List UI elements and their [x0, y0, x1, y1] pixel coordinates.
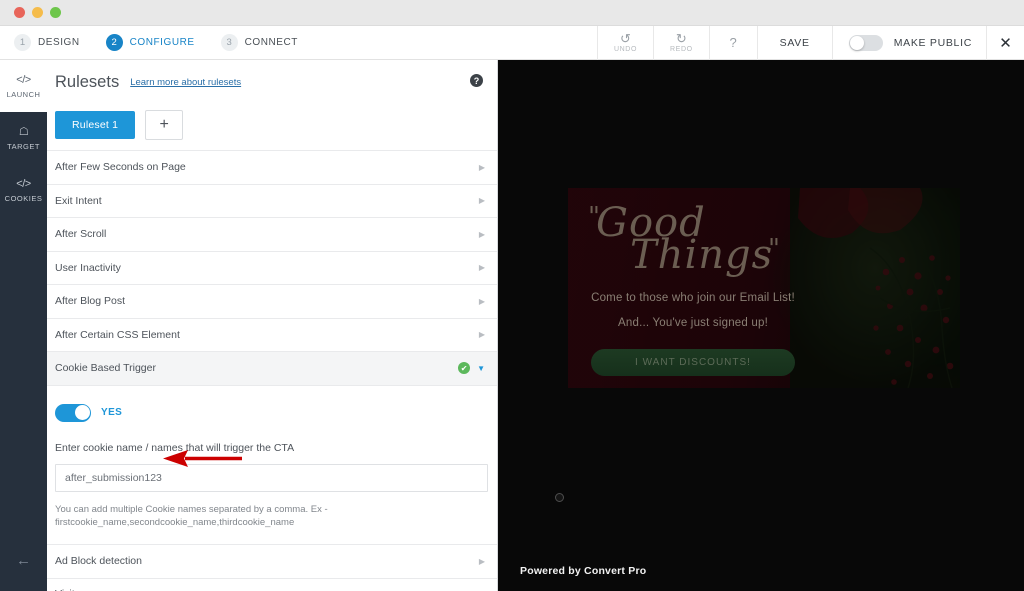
question-mark-icon: ?: [730, 36, 737, 49]
popup-resize-handle[interactable]: [555, 493, 564, 502]
rule-label: Exit Intent: [55, 195, 102, 207]
window-maximize-button[interactable]: [50, 7, 61, 18]
chevron-right-icon: ▶: [479, 196, 485, 205]
rule-label: Ad Block detection: [55, 555, 142, 567]
popup-body-line1: Come to those who join our Email List!: [591, 292, 795, 304]
rule-row-user-inactivity[interactable]: User Inactivity ▶: [47, 251, 497, 285]
page-title: Rulesets: [55, 73, 119, 92]
rule-row-status: ✔ ▼: [458, 362, 485, 374]
make-public-label: MAKE PUBLIC: [894, 37, 972, 49]
chevron-right-icon: ▶: [479, 557, 485, 566]
toolbar-actions: ↺ UNDO ↻ REDO ? SAVE MAKE PUBLIC ✕: [597, 26, 1024, 60]
back-arrow-icon[interactable]: ←: [0, 552, 47, 569]
undo-label: UNDO: [614, 46, 637, 53]
popup-preview[interactable]: " Good Things " Come to those who join o…: [568, 188, 960, 388]
step-connect-label: CONNECT: [245, 37, 298, 48]
cookie-enable-toggle-row: YES: [55, 404, 485, 422]
cookie-enable-switch[interactable]: [55, 404, 91, 422]
redo-label: REDO: [670, 46, 693, 53]
popup-headline: " Good Things ": [588, 198, 798, 284]
save-button[interactable]: SAVE: [757, 26, 832, 60]
top-toolbar: 1 DESIGN 2 CONFIGURE 3 CONNECT ↺ UNDO ↻ …: [0, 26, 1024, 60]
redo-icon: ↻: [676, 32, 687, 45]
window-titlebar: [0, 0, 1024, 26]
cookie-trigger-settings: YES Enter cookie name / names that will …: [47, 385, 497, 545]
cookie-enable-label: YES: [101, 407, 122, 418]
annotation-arrow-icon: [163, 450, 243, 467]
undo-icon: ↺: [620, 32, 631, 45]
popup-preview-canvas: " Good Things " Come to those who join o…: [498, 60, 1024, 591]
powered-by-label: Powered by Convert Pro: [520, 565, 646, 577]
step-connect-number: 3: [221, 34, 238, 51]
rail-item-target[interactable]: ☖ TARGET: [0, 112, 47, 164]
rule-row-visitors[interactable]: Visitors ▶: [47, 578, 497, 591]
step-configure-label: CONFIGURE: [130, 37, 195, 48]
rule-label: After Certain CSS Element: [55, 329, 180, 341]
rail-item-target-label: TARGET: [7, 142, 40, 151]
cookie-name-hint: You can add multiple Cookie names separa…: [55, 503, 475, 531]
rule-row-after-few-seconds[interactable]: After Few Seconds on Page ▶: [47, 150, 497, 184]
chevron-right-icon: ▶: [479, 330, 485, 339]
rule-label: After Scroll: [55, 228, 106, 240]
step-configure-number: 2: [106, 34, 123, 51]
chevron-right-icon: ▶: [479, 163, 485, 172]
left-rail: </> LAUNCH ☖ TARGET </> COOKIES ←: [0, 60, 47, 591]
rail-item-cookies[interactable]: </> COOKIES: [0, 164, 47, 216]
redo-button[interactable]: ↻ REDO: [653, 26, 709, 60]
rule-row-after-blog-post[interactable]: After Blog Post ▶: [47, 284, 497, 318]
make-public-switch[interactable]: [849, 35, 883, 51]
ruleset-tabs: Ruleset 1 +: [47, 104, 497, 150]
rule-label: After Few Seconds on Page: [55, 161, 186, 173]
help-circle-icon[interactable]: ?: [470, 74, 483, 87]
learn-more-link[interactable]: Learn more about rulesets: [130, 77, 241, 88]
add-ruleset-button[interactable]: +: [145, 110, 183, 140]
rail-item-launch[interactable]: </> LAUNCH: [0, 60, 47, 112]
rail-item-cookies-label: COOKIES: [5, 194, 43, 203]
step-configure[interactable]: 2 CONFIGURE: [106, 34, 195, 51]
chevron-down-icon[interactable]: ▼: [477, 364, 485, 373]
popup-cta-button[interactable]: I WANT DISCOUNTS!: [591, 349, 795, 376]
popup-content: " Good Things " Come to those who join o…: [568, 188, 818, 388]
rule-row-after-certain-css-element[interactable]: After Certain CSS Element ▶: [47, 318, 497, 352]
close-editor-button[interactable]: ✕: [986, 26, 1024, 60]
window-close-button[interactable]: [14, 7, 25, 18]
code-icon: </>: [16, 178, 30, 190]
popup-headline-line2: Things: [630, 232, 773, 278]
rule-row-ad-block-detection[interactable]: Ad Block detection ▶: [47, 544, 497, 578]
code-icon: </>: [16, 74, 30, 86]
step-design-label: DESIGN: [38, 37, 80, 48]
rulesets-panel: Rulesets Learn more about rulesets ? Rul…: [47, 60, 498, 591]
step-design[interactable]: 1 DESIGN: [14, 34, 80, 51]
help-button[interactable]: ?: [709, 26, 757, 60]
rule-label: After Blog Post: [55, 295, 125, 307]
make-public-toggle[interactable]: MAKE PUBLIC: [832, 26, 986, 60]
chevron-right-icon: ▶: [479, 297, 485, 306]
quote-close: ": [768, 234, 780, 264]
rule-row-cookie-based-trigger[interactable]: Cookie Based Trigger ✔ ▼: [47, 351, 497, 385]
undo-button[interactable]: ↺ UNDO: [597, 26, 653, 60]
wizard-steps: 1 DESIGN 2 CONFIGURE 3 CONNECT: [0, 34, 324, 51]
rule-row-exit-intent[interactable]: Exit Intent ▶: [47, 184, 497, 218]
cookie-name-field-label: Enter cookie name / names that will trig…: [55, 442, 485, 454]
chevron-right-icon: ▶: [479, 230, 485, 239]
cookie-name-input[interactable]: [55, 464, 488, 492]
popup-body-line2: And... You've just signed up!: [618, 317, 768, 329]
rule-label: User Inactivity: [55, 262, 121, 274]
rail-item-launch-label: LAUNCH: [7, 90, 41, 99]
rule-label: Cookie Based Trigger: [55, 362, 156, 374]
window-minimize-button[interactable]: [32, 7, 43, 18]
chevron-right-icon: ▶: [479, 263, 485, 272]
panel-header: Rulesets Learn more about rulesets ?: [47, 60, 497, 104]
rule-row-after-scroll[interactable]: After Scroll ▶: [47, 217, 497, 251]
tab-ruleset-1[interactable]: Ruleset 1: [55, 111, 135, 139]
step-design-number: 1: [14, 34, 31, 51]
step-connect[interactable]: 3 CONNECT: [221, 34, 298, 51]
check-circle-icon: ✔: [458, 362, 470, 374]
person-icon: ☖: [19, 126, 28, 138]
